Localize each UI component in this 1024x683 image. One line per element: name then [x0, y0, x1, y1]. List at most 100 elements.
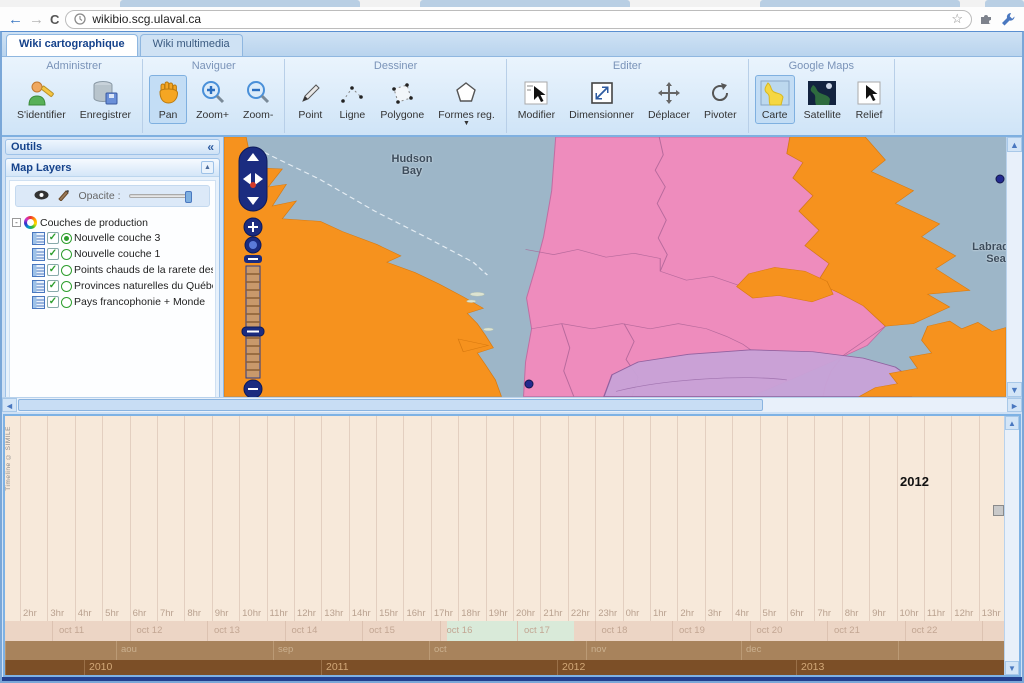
map-marker[interactable] — [996, 175, 1005, 184]
zoom-out-button[interactable]: Zoom- — [238, 75, 278, 124]
url-text[interactable]: wikibio.scg.ulaval.ca — [92, 12, 945, 26]
identify-button[interactable]: S'identifier — [12, 75, 71, 124]
ribbon-group-dessiner: Dessiner Point Ligne — [285, 59, 506, 133]
scrollbar-thumb[interactable] — [18, 399, 763, 411]
timeline-hour-label: 5hr — [763, 608, 777, 619]
timeline-hour-label: 12hr — [954, 608, 973, 619]
pan-compass[interactable] — [239, 147, 267, 211]
scroll-up-icon[interactable]: ▲ — [1007, 137, 1022, 152]
timeline-year-label: 2013 — [796, 660, 1010, 675]
timeline-hour-label: 23hr — [598, 608, 617, 619]
timeline-month-label: sep — [273, 641, 429, 660]
draw-line-button[interactable]: Ligne — [333, 75, 371, 124]
map-marker[interactable] — [525, 380, 534, 389]
timeline-date-label: oct 18 — [595, 621, 673, 641]
map-type-relief-button[interactable]: Relief — [850, 75, 888, 124]
rotate-button[interactable]: Pivoter — [699, 75, 742, 124]
zoom-plus-icon — [199, 78, 227, 108]
layer-row[interactable]: ✓ Nouvelle couche 3 — [12, 230, 213, 246]
timeline-year-band[interactable]: 2010 2011 2012 2013 — [5, 660, 1019, 675]
timeline-hour-label: 7hr — [160, 608, 174, 619]
timeline-hour-cell: 17hr — [431, 416, 458, 622]
timeline-hour-cell: 13hr — [979, 416, 1006, 622]
shapes-dropdown-icon[interactable]: ▼ — [463, 122, 470, 126]
save-button[interactable]: Enregistrer — [75, 75, 136, 124]
layer-row[interactable]: ✓ Pays francophonie + Monde — [12, 294, 213, 310]
scroll-down-icon[interactable]: ▼ — [1007, 382, 1022, 397]
scroll-up-icon[interactable]: ▲ — [1005, 416, 1019, 430]
forward-icon[interactable]: → — [29, 12, 44, 27]
scroll-left-icon[interactable]: ◄ — [2, 398, 17, 412]
map-layers-header[interactable]: Map Layers ▲ — [6, 159, 219, 177]
visibility-eye-icon[interactable] — [34, 190, 49, 203]
layer-radio[interactable] — [61, 281, 72, 292]
layer-row[interactable]: ✓ Provinces naturelles du Québec — [12, 278, 213, 294]
layer-radio[interactable] — [61, 249, 72, 260]
move-button[interactable]: Déplacer — [643, 75, 695, 124]
timeline-hour-label: 2hr — [23, 608, 37, 619]
timeline-marker-box — [993, 505, 1004, 516]
layer-radio[interactable] — [61, 297, 72, 308]
relief-cursor-icon — [856, 78, 882, 108]
scroll-right-icon[interactable]: ► — [1007, 398, 1022, 412]
timeline-hour-cell: 13hr — [321, 416, 348, 622]
layer-row[interactable]: ✓ Points chauds de la rarete des es — [12, 262, 213, 278]
wrench-menu-icon[interactable] — [1000, 11, 1016, 27]
sidebar-collapse-icon[interactable]: « — [207, 140, 214, 154]
layer-tree-root[interactable]: - Couches de production — [12, 215, 213, 230]
modify-button[interactable]: Modifier — [513, 75, 560, 124]
timeline-hour-band[interactable]: 2hr 3hr 4hr 5hr 6hr 7hr — [5, 416, 1019, 622]
button-label: Relief — [856, 109, 883, 121]
timeline-date-label: oct 17 — [517, 621, 595, 641]
opacity-slider-handle[interactable] — [185, 191, 192, 203]
zoom-slider[interactable] — [242, 218, 264, 397]
tab-wiki-cartographique[interactable]: Wiki cartographique — [6, 34, 138, 56]
tree-expander-icon[interactable]: - — [12, 218, 21, 227]
pan-button[interactable]: Pan — [149, 75, 187, 124]
scroll-down-icon[interactable]: ▼ — [1005, 661, 1019, 675]
back-icon[interactable]: ← — [8, 12, 23, 27]
timeline-hour-label: 4hr — [735, 608, 749, 619]
timeline-hour-label: 22hr — [571, 608, 590, 619]
basemap-svg[interactable] — [224, 137, 1006, 397]
scrollbar-track[interactable] — [17, 398, 1007, 412]
address-bar[interactable]: wikibio.scg.ulaval.ca ☆ — [65, 10, 972, 29]
regular-shapes-button[interactable]: Formes reg. ▼ — [433, 75, 500, 129]
draw-point-button[interactable]: Point — [291, 75, 329, 124]
resize-button[interactable]: Dimensionner — [564, 75, 639, 124]
layer-row[interactable]: ✓ Nouvelle couche 1 — [12, 246, 213, 262]
timeline-hour-label: 13hr — [324, 608, 343, 619]
site-info-icon[interactable] — [74, 13, 86, 25]
collapse-up-icon[interactable]: ▲ — [201, 161, 214, 174]
map-horizontal-scrollbar[interactable]: ◄ ► — [2, 397, 1022, 412]
timeline-month-band[interactable]: aou sep oct nov dec — [5, 641, 1019, 660]
map-canvas[interactable]: HudsonBay LabradorSea Gulf of StLawrence — [224, 137, 1006, 397]
map-pan-zoom-control[interactable] — [234, 145, 272, 397]
timeline-widget[interactable]: Timeline © SIMILE 2hr 3hr 4hr 5hr — [3, 414, 1021, 678]
style-brush-icon[interactable] — [57, 188, 70, 204]
draw-polygon-button[interactable]: Polygone — [375, 75, 429, 124]
layer-checkbox[interactable]: ✓ — [47, 264, 59, 276]
layer-checkbox[interactable]: ✓ — [47, 280, 59, 292]
layer-checkbox[interactable]: ✓ — [47, 296, 59, 308]
zoom-in-button[interactable]: Zoom+ — [191, 75, 234, 124]
layer-tree: - Couches de production — [10, 211, 215, 314]
opacity-slider[interactable] — [129, 194, 191, 198]
layer-radio[interactable] — [61, 265, 72, 276]
extension-puzzle-icon[interactable] — [978, 11, 994, 27]
timeline-scrollbar[interactable]: ▲ ▼ — [1004, 416, 1019, 676]
timeline-date-band[interactable]: oct 11 oct 12 oct 13 oct 14 oct 15 oct 1… — [5, 621, 1019, 641]
map-thumbnail-icon — [760, 78, 790, 108]
map-type-satellite-button[interactable]: Satellite — [799, 75, 846, 124]
map-type-carte-button[interactable]: Carte — [755, 75, 795, 124]
bookmark-star-icon[interactable]: ☆ — [951, 11, 963, 27]
layer-checkbox[interactable]: ✓ — [47, 232, 59, 244]
layer-radio[interactable] — [61, 233, 72, 244]
tab-wiki-multimedia[interactable]: Wiki multimedia — [140, 34, 243, 56]
refresh-icon[interactable]: C — [50, 13, 59, 26]
window-edge-segment — [760, 0, 960, 7]
button-label: Zoom+ — [196, 109, 229, 121]
map-vertical-scrollbar[interactable]: ▲ ▼ — [1006, 137, 1022, 397]
layer-checkbox[interactable]: ✓ — [47, 248, 59, 260]
tools-sidebar: Outils « Map Layers ▲ Opa — [2, 137, 224, 397]
